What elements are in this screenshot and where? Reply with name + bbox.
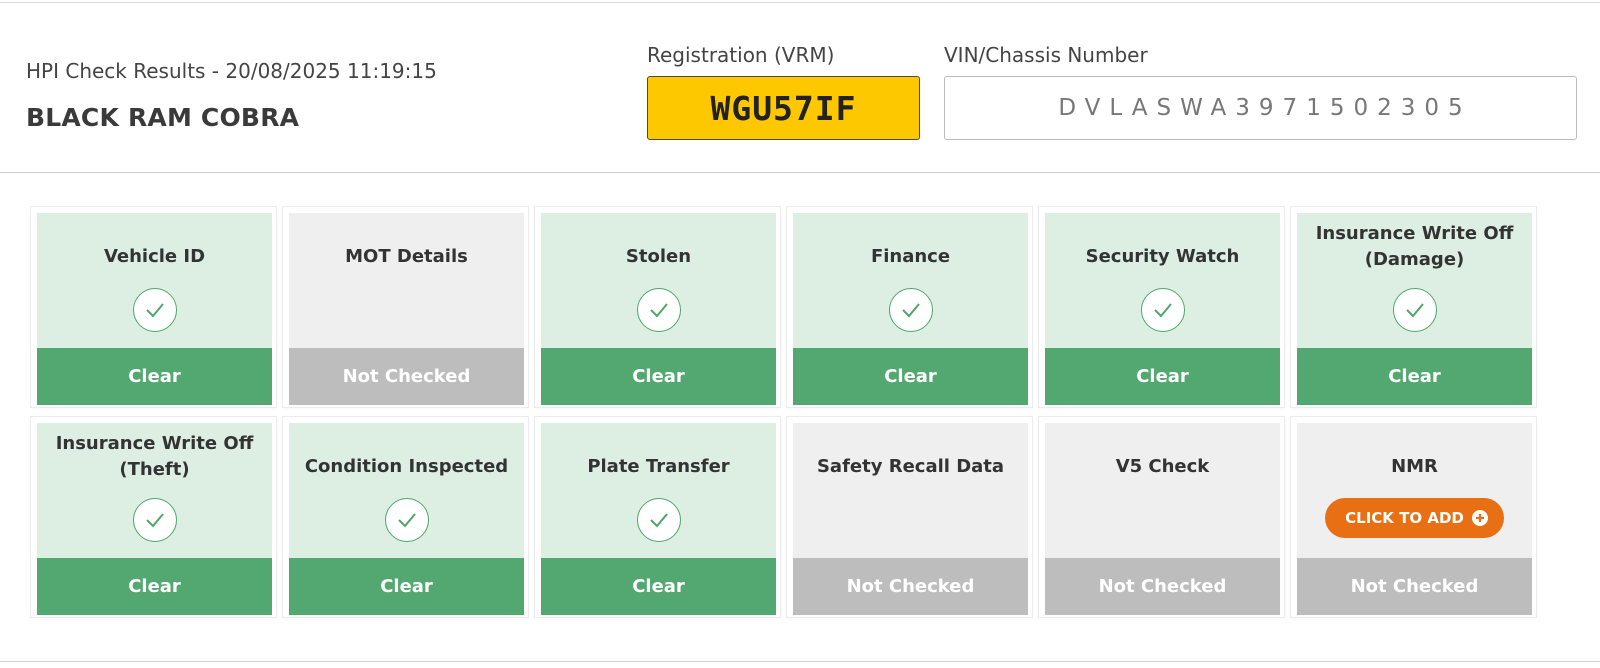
card-status: Clear bbox=[1297, 348, 1532, 405]
card-title: Vehicle ID bbox=[103, 246, 206, 267]
check-icon bbox=[888, 288, 933, 332]
check-card-security-watch: Security Watch Clear bbox=[1039, 207, 1284, 407]
card-title: NMR bbox=[1391, 456, 1438, 477]
check-card-nmr: NMR CLICK TO ADD Not Checked bbox=[1291, 417, 1536, 617]
check-card-insurance-write-off-theft: Insurance Write Off (Theft) Clear bbox=[31, 417, 276, 617]
card-status: Clear bbox=[541, 348, 776, 405]
plus-circle-icon bbox=[1471, 510, 1488, 526]
check-icon bbox=[132, 498, 177, 542]
card-status: Not Checked bbox=[793, 558, 1028, 615]
card-status: Clear bbox=[541, 558, 776, 615]
card-title: V5 Check bbox=[1115, 456, 1210, 477]
check-icon bbox=[132, 288, 177, 332]
check-icon bbox=[384, 498, 429, 542]
card-title: Security Watch bbox=[1085, 246, 1240, 267]
card-title: Insurance Write Off (Theft) bbox=[55, 433, 254, 480]
click-to-add-label: CLICK TO ADD bbox=[1345, 509, 1464, 527]
card-status: Not Checked bbox=[289, 348, 524, 405]
vin-field: DVLASWA3971502305 bbox=[944, 76, 1577, 140]
card-title: Stolen bbox=[625, 246, 692, 267]
card-status: Clear bbox=[289, 558, 524, 615]
registration-label: Registration (VRM) bbox=[647, 43, 835, 67]
card-title: Safety Recall Data bbox=[816, 456, 1005, 477]
card-status: Clear bbox=[1045, 348, 1280, 405]
card-title: Plate Transfer bbox=[587, 456, 730, 477]
card-title: Finance bbox=[870, 246, 951, 267]
card-title: Insurance Write Off (Damage) bbox=[1315, 223, 1514, 270]
check-card-condition-inspected: Condition Inspected Clear bbox=[283, 417, 528, 617]
header-divider bbox=[0, 172, 1600, 173]
card-status: Clear bbox=[793, 348, 1028, 405]
check-card-mot-details: MOT Details Not Checked bbox=[283, 207, 528, 407]
check-icon bbox=[1392, 288, 1437, 332]
check-card-safety-recall-data: Safety Recall Data Not Checked bbox=[787, 417, 1032, 617]
check-card-insurance-write-off-damage: Insurance Write Off (Damage) Clear bbox=[1291, 207, 1536, 407]
check-icon bbox=[636, 288, 681, 332]
bottom-divider bbox=[0, 661, 1600, 662]
check-card-stolen: Stolen Clear bbox=[535, 207, 780, 407]
check-card-plate-transfer: Plate Transfer Clear bbox=[535, 417, 780, 617]
vehicle-name: BLACK RAM COBRA bbox=[26, 103, 300, 132]
result-timestamp: HPI Check Results - 20/08/2025 11:19:15 bbox=[26, 59, 437, 83]
registration-plate: WGU57IF bbox=[647, 76, 920, 140]
check-icon bbox=[636, 498, 681, 542]
check-icon bbox=[1140, 288, 1185, 332]
card-status: Clear bbox=[37, 558, 272, 615]
check-card-finance: Finance Clear bbox=[787, 207, 1032, 407]
check-results-grid: Vehicle ID Clear MOT Details Not Checked… bbox=[31, 207, 1567, 627]
card-status: Clear bbox=[37, 348, 272, 405]
check-card-v5-check: V5 Check Not Checked bbox=[1039, 417, 1284, 617]
results-header: HPI Check Results - 20/08/2025 11:19:15 … bbox=[0, 3, 1600, 172]
card-status: Not Checked bbox=[1045, 558, 1280, 615]
check-card-vehicle-id: Vehicle ID Clear bbox=[31, 207, 276, 407]
click-to-add-button[interactable]: CLICK TO ADD bbox=[1325, 498, 1504, 538]
card-title: Condition Inspected bbox=[304, 456, 509, 477]
card-status: Not Checked bbox=[1297, 558, 1532, 615]
vin-label: VIN/Chassis Number bbox=[944, 43, 1148, 67]
card-title: MOT Details bbox=[345, 246, 468, 267]
